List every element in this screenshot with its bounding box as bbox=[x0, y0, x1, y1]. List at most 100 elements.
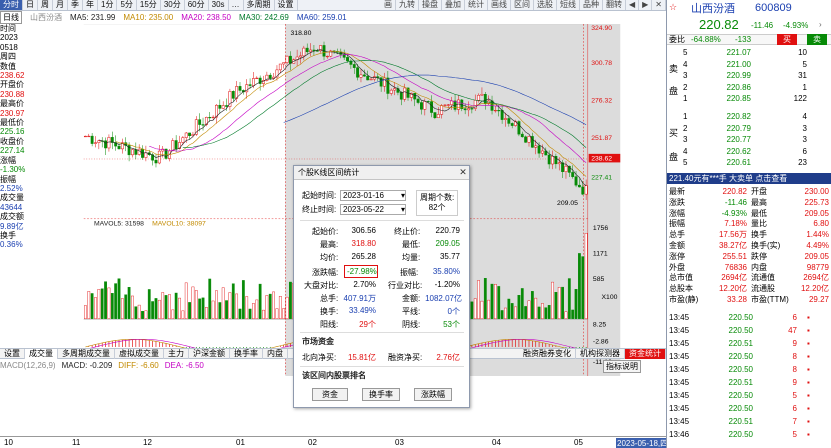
tab-60min[interactable]: 60分 bbox=[185, 0, 209, 10]
end-date-picker[interactable]: 2023-05-22 ▾ bbox=[340, 204, 406, 215]
rank-funds-button[interactable]: 资金 bbox=[312, 388, 348, 401]
tick-row[interactable]: 13:45 220.50 47 ▪ bbox=[667, 325, 831, 336]
volume-bar bbox=[527, 300, 531, 319]
tick-row[interactable]: 13:45 220.50 8 ▪ bbox=[667, 364, 831, 375]
tick-row[interactable]: 13:45 220.51 9 ▪ bbox=[667, 338, 831, 349]
stat-row[interactable]: 金额 38.27亿 换手(实) 4.49% bbox=[667, 240, 831, 251]
overlay-icon[interactable]: 叠加 bbox=[442, 0, 465, 10]
pick-stock-icon[interactable]: 选股 bbox=[534, 0, 557, 10]
close-icon[interactable]: ✕ bbox=[652, 0, 666, 10]
operate-icon[interactable]: 操盘 bbox=[419, 0, 442, 10]
tab-settings[interactable]: 设置 bbox=[275, 0, 298, 10]
ask-row[interactable]: 2 220.86 1 bbox=[667, 82, 831, 93]
tab-day[interactable]: 日 bbox=[23, 0, 38, 10]
ask-row[interactable]: 5 221.07 10 bbox=[667, 47, 831, 58]
draw-icon[interactable]: 画 bbox=[381, 0, 396, 10]
stat-row[interactable]: 最新 220.82 开盘 230.00 bbox=[667, 186, 831, 197]
bid-row[interactable]: 2 220.79 3 bbox=[667, 123, 831, 134]
tab-week[interactable]: 周 bbox=[38, 0, 53, 10]
tab-multi-period[interactable]: 多周期 bbox=[244, 0, 275, 10]
prev-icon[interactable]: ◀ bbox=[626, 0, 640, 10]
stat-row[interactable]: 总市值 2694亿 流通值 2694亿 bbox=[667, 272, 831, 283]
volume-bar bbox=[100, 288, 104, 319]
stat-row[interactable]: 涨幅 -4.93% 最低 209.05 bbox=[667, 208, 831, 219]
bid-row[interactable]: 1 220.82 4 bbox=[667, 111, 831, 122]
tab-30min[interactable]: 30分 bbox=[161, 0, 185, 10]
short-line-icon[interactable]: 短线 bbox=[557, 0, 580, 10]
start-date-picker[interactable]: 2023-01-16 ▾ bbox=[340, 190, 406, 201]
candle-body bbox=[456, 99, 460, 110]
stat-row[interactable]: 外盘 76836 内盘 98779 bbox=[667, 262, 831, 273]
ask-row[interactable]: 1 220.85 122 bbox=[667, 93, 831, 104]
stat-row[interactable]: 市盈(静) 33.28 市盈(TTM) 29.27 bbox=[667, 294, 831, 305]
dialog-titlebar[interactable]: 个股K线区间统计 ✕ bbox=[294, 166, 469, 180]
next-icon[interactable]: ▶ bbox=[639, 0, 653, 10]
bid-row[interactable]: 3 220.77 3 bbox=[667, 134, 831, 145]
volume-bar bbox=[255, 299, 259, 319]
tab-fund-stats[interactable]: 资金统计 bbox=[625, 348, 666, 359]
star-icon[interactable]: ☆ bbox=[669, 2, 677, 13]
mavol5-label: MAVOL5: 31598 bbox=[94, 221, 144, 228]
tick-row[interactable]: 13:45 220.51 7 ▪ bbox=[667, 416, 831, 427]
candle-body bbox=[104, 140, 108, 149]
tab-multi-volume[interactable]: 多周期成交量 bbox=[58, 348, 115, 359]
chevron-right-icon[interactable]: › bbox=[819, 20, 822, 29]
stat-row[interactable]: 涨跌 -11.46 最高 225.73 bbox=[667, 197, 831, 208]
sell-tag[interactable]: 卖 bbox=[807, 34, 827, 45]
stat-row[interactable]: 总股本 12.20亿 流通股 12.20亿 bbox=[667, 283, 831, 294]
volume-bar bbox=[248, 308, 252, 319]
flip-icon[interactable]: 翻转 bbox=[603, 0, 626, 10]
tab-turnover[interactable]: 换手率 bbox=[230, 348, 263, 359]
tick-row[interactable]: 13:46 220.50 5 ▪ bbox=[667, 429, 831, 440]
rank-change-button[interactable]: 涨跌幅 bbox=[414, 388, 452, 401]
variety-icon[interactable]: 品种 bbox=[580, 0, 603, 10]
range-high-label: 最高: bbox=[320, 240, 339, 249]
tab-5min[interactable]: 5分 bbox=[117, 0, 137, 10]
close-icon[interactable]: ✕ bbox=[457, 167, 469, 178]
tab-month[interactable]: 月 bbox=[53, 0, 68, 10]
tab-main-force[interactable]: 主力 bbox=[164, 348, 189, 359]
bid-row[interactable]: 4 220.62 6 bbox=[667, 146, 831, 157]
tab-sh-sz-amount[interactable]: 沪深金额 bbox=[189, 348, 230, 359]
tab-more[interactable]: … bbox=[229, 0, 244, 10]
rank-turnover-button[interactable]: 换手率 bbox=[362, 388, 400, 401]
big-order-banner[interactable]: 221.40元有***手 大卖单 点击查看 bbox=[667, 173, 831, 184]
buy-tag[interactable]: 买 bbox=[777, 34, 797, 45]
tick-row[interactable]: 13:45 220.50 5 ▪ bbox=[667, 390, 831, 401]
nine-turn-icon[interactable]: 九转 bbox=[396, 0, 419, 10]
ask-row[interactable]: 4 221.00 5 bbox=[667, 59, 831, 70]
tick-row[interactable]: 13:45 220.50 6 ▪ bbox=[667, 312, 831, 323]
price-axis-1: 324.90 bbox=[591, 25, 612, 32]
volume-bar bbox=[268, 293, 272, 319]
stat-row[interactable]: 涨停 255.51 跌停 209.05 bbox=[667, 251, 831, 262]
tab-virtual-volume[interactable]: 虚拟成交量 bbox=[115, 348, 164, 359]
range-icon[interactable]: 区间 bbox=[511, 0, 534, 10]
amp-value: 2.52% bbox=[0, 183, 23, 193]
tab-15min[interactable]: 15分 bbox=[137, 0, 161, 10]
tab-volume[interactable]: 成交量 bbox=[25, 348, 58, 359]
candle-body bbox=[571, 172, 575, 177]
ask-row[interactable]: 3 220.99 31 bbox=[667, 70, 831, 81]
weekday: 周四 bbox=[0, 52, 16, 62]
tab-quarter[interactable]: 季 bbox=[68, 0, 83, 10]
tab-1min[interactable]: 1分 bbox=[98, 0, 118, 10]
tab-institution-detector[interactable]: 机构探测器 bbox=[576, 348, 625, 359]
tab-intraday[interactable]: 分时 bbox=[0, 0, 23, 10]
tab-indicator-settings[interactable]: 设置 bbox=[0, 348, 25, 359]
tick-row[interactable]: 13:45 220.50 6 ▪ bbox=[667, 403, 831, 414]
tab-margin-change[interactable]: 融资融券变化 bbox=[519, 348, 576, 359]
tab-30s[interactable]: 30s bbox=[209, 0, 229, 10]
tick-row[interactable]: 13:45 220.50 8 ▪ bbox=[667, 351, 831, 362]
stats-icon[interactable]: 统计 bbox=[465, 0, 488, 10]
stat-row[interactable]: 振幅 7.18% 量比 6.80 bbox=[667, 218, 831, 229]
draw-line-icon[interactable]: 画线 bbox=[488, 0, 511, 10]
volume-bar bbox=[578, 253, 581, 319]
tab-year[interactable]: 年 bbox=[83, 0, 98, 10]
stat-row[interactable]: 总手 17.56万 换手 1.44% bbox=[667, 229, 831, 240]
low-value: 225.16 bbox=[0, 127, 25, 137]
tab-inner[interactable]: 内盘 bbox=[263, 348, 288, 359]
chart-mode[interactable]: 日线 bbox=[0, 11, 22, 24]
tick-row[interactable]: 13:45 220.51 9 ▪ bbox=[667, 377, 831, 388]
candle-body bbox=[443, 104, 447, 106]
bid-row[interactable]: 5 220.61 23 bbox=[667, 157, 831, 168]
